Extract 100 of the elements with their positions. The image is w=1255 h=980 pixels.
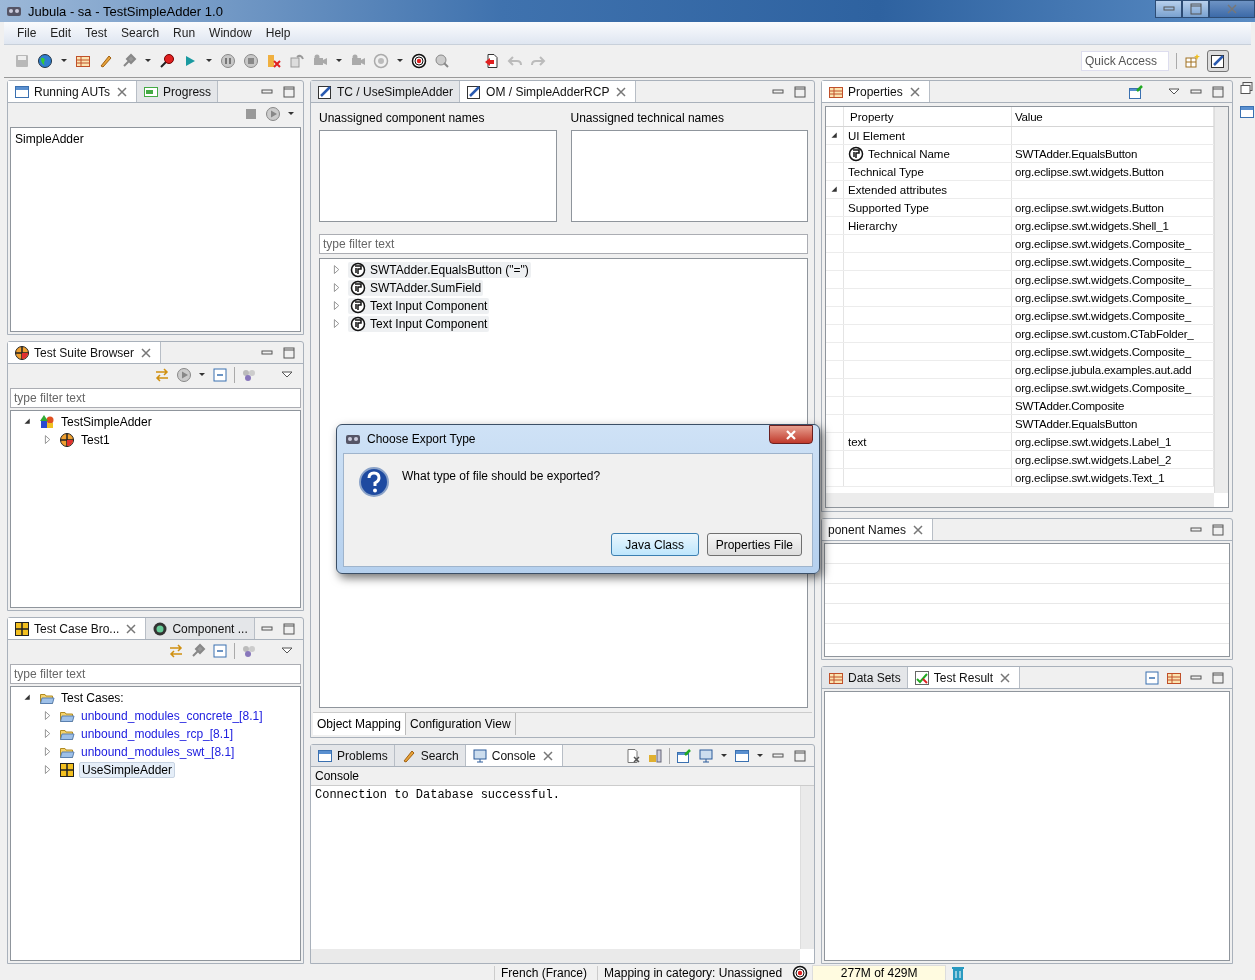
maximize-icon[interactable] [792, 83, 808, 100]
column-header[interactable]: Property [844, 107, 1012, 126]
tree-item[interactable]: SWTAdder.EqualsButton ("=") [348, 262, 531, 278]
cross-icon[interactable] [266, 53, 282, 69]
record-icon[interactable] [159, 53, 175, 69]
play-icon[interactable] [176, 367, 192, 383]
export-icon[interactable] [484, 53, 500, 69]
tree-item[interactable]: TestSimpleAdder [59, 415, 154, 429]
vertical-scrollbar[interactable] [1214, 107, 1228, 493]
horizontal-scrollbar[interactable] [311, 949, 800, 963]
collapse-icon[interactable] [212, 643, 228, 659]
menu-item[interactable]: Help [258, 26, 298, 40]
new-perspective-icon[interactable] [1184, 53, 1200, 69]
close-icon [784, 428, 798, 441]
maximize-icon[interactable] [1210, 669, 1226, 686]
plug-icon[interactable] [121, 53, 137, 69]
pen-icon[interactable] [98, 53, 114, 69]
target-icon[interactable] [411, 53, 427, 69]
search-icon[interactable] [434, 53, 450, 69]
dialog-button[interactable]: Properties File [706, 533, 802, 556]
view-tab[interactable]: Test Suite Browser [8, 342, 162, 363]
view-tab[interactable]: Properties [822, 81, 930, 102]
sync-icon[interactable] [168, 643, 184, 659]
restore-icon[interactable] [1239, 80, 1255, 96]
collapse-icon[interactable] [212, 367, 228, 383]
minimize-button[interactable] [1155, 0, 1182, 18]
tree-item[interactable]: unbound_modules_rcp_[8.1] [79, 727, 236, 741]
trash-icon[interactable] [950, 965, 967, 980]
property-name: text [848, 435, 867, 448]
sync-icon[interactable] [154, 367, 170, 383]
maximize-icon[interactable] [1210, 521, 1226, 538]
menu-item[interactable]: Edit [43, 26, 79, 40]
aut-item[interactable]: SimpleAdder [11, 130, 300, 148]
refresh-icon[interactable] [289, 53, 305, 69]
vertical-scrollbar[interactable] [800, 786, 814, 949]
component-icon [350, 280, 366, 296]
table-icon[interactable] [75, 53, 91, 69]
horizontal-scrollbar[interactable] [826, 493, 1214, 507]
editor-page-tab[interactable]: Object Mapping [313, 713, 407, 735]
tree-item[interactable]: Test1 [79, 433, 112, 447]
view-tab[interactable]: Search [394, 745, 466, 766]
clear-icon[interactable] [625, 747, 641, 764]
stop-icon[interactable] [243, 53, 259, 69]
menu-item[interactable]: Test [78, 26, 115, 40]
view-tab[interactable]: Test Result [907, 667, 1021, 688]
lock-icon[interactable] [647, 747, 663, 764]
menu-item[interactable]: Run [166, 26, 203, 40]
pin-icon[interactable] [676, 747, 692, 764]
view-tab[interactable]: Progress [137, 81, 219, 102]
monitor-icon[interactable] [698, 747, 714, 764]
maximize-icon[interactable] [281, 620, 297, 637]
pin-icon[interactable] [1128, 83, 1144, 100]
tree-item[interactable]: Text Input Component [348, 298, 490, 314]
filter-field[interactable]: type filter text [319, 234, 808, 254]
view-tab[interactable]: Console [465, 745, 563, 766]
globe-icon[interactable] [37, 53, 53, 69]
maximize-icon[interactable] [281, 83, 297, 100]
property-name: Technical Type [848, 165, 924, 178]
tree-item[interactable]: Test Cases: [59, 691, 126, 705]
technical-names-list[interactable] [570, 130, 808, 222]
tree-item[interactable]: UseSimpleAdder [79, 762, 176, 778]
component-names-list[interactable] [319, 130, 557, 222]
result-icon [913, 669, 930, 686]
perspective-button[interactable] [1207, 50, 1229, 72]
dialog-message: What type of file should be exported? [402, 468, 601, 483]
collapse-icon[interactable] [1144, 669, 1160, 686]
view-tab[interactable]: Test Case Bro... [8, 618, 147, 639]
filter-icon[interactable] [241, 367, 257, 383]
tree-item[interactable]: SWTAdder.SumField [348, 280, 484, 296]
quick-access-field[interactable]: Quick Access [1081, 51, 1169, 71]
close-button[interactable] [769, 425, 813, 444]
component-icon [848, 145, 864, 162]
view-tab[interactable]: Running AUTs [8, 81, 138, 102]
maximize-button[interactable] [1182, 0, 1209, 18]
window-icon[interactable] [1239, 104, 1255, 120]
view-tab[interactable]: Data Sets [822, 667, 908, 688]
pause-icon[interactable] [220, 53, 236, 69]
menu-item[interactable]: File [10, 26, 44, 40]
filter-field[interactable]: type filter text [10, 664, 301, 684]
stop-icon[interactable] [243, 106, 259, 122]
editor-tab[interactable]: OM / SimpleAdderRCP [460, 81, 637, 102]
plug-icon[interactable] [190, 643, 206, 659]
play-icon[interactable] [265, 106, 281, 122]
maximize-icon[interactable] [1210, 83, 1226, 100]
menu-item[interactable]: Window [202, 26, 259, 40]
editor-tab[interactable]: TC / UseSimpleAdder [311, 81, 461, 102]
tree-item[interactable]: unbound_modules_swt_[8.1] [79, 745, 237, 759]
view-tab[interactable]: ponent Names [822, 519, 934, 540]
property-value: org.eclipse.swt.widgets.Composite_ [1015, 273, 1191, 286]
filter-field[interactable]: type filter text [10, 388, 301, 408]
view-tab[interactable]: Problems [311, 745, 395, 766]
view-tab[interactable]: Component ... [146, 618, 255, 639]
maximize-icon[interactable] [792, 747, 808, 764]
filter-icon[interactable] [241, 643, 257, 659]
tree-item[interactable]: unbound_modules_concrete_[8.1] [79, 709, 265, 723]
maximize-icon[interactable] [281, 344, 297, 361]
menu-item[interactable]: Search [114, 26, 167, 40]
dialog-button[interactable]: Java Class [610, 533, 699, 556]
window-icon[interactable] [734, 747, 750, 764]
tree-item[interactable]: Text Input Component [348, 316, 490, 332]
